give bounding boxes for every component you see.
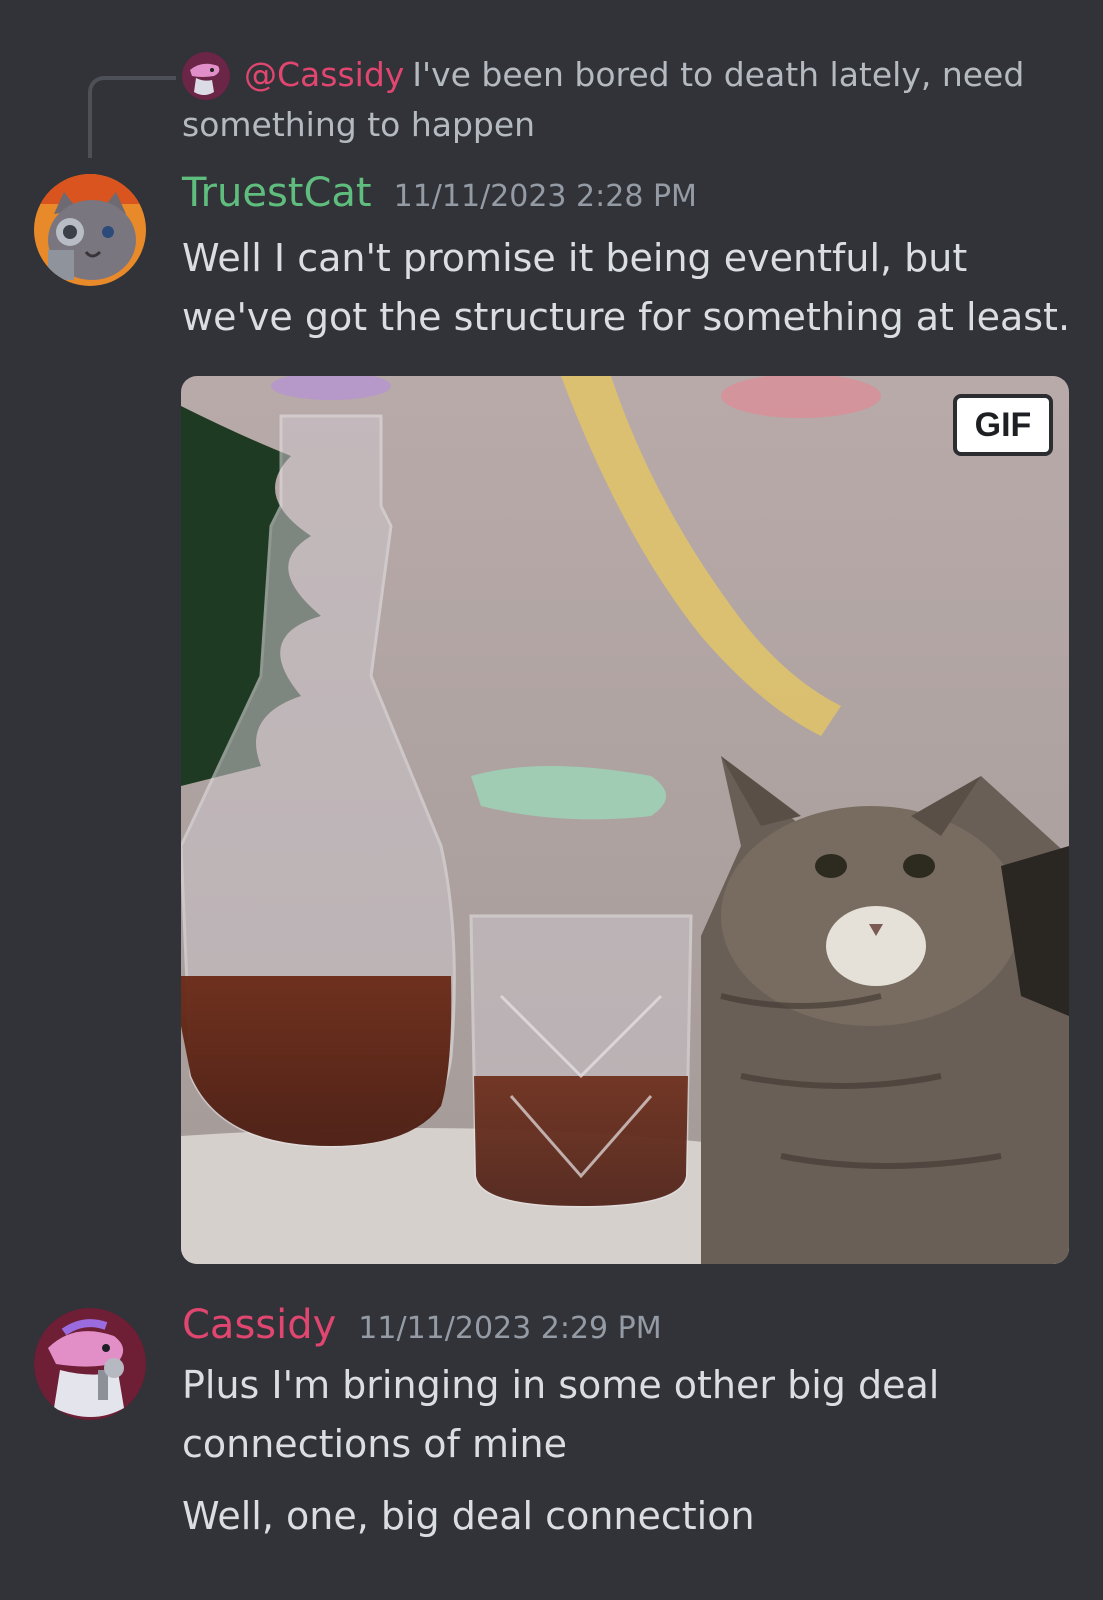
- author-name[interactable]: TruestCat: [182, 170, 372, 216]
- cassidy-avatar-icon: [34, 1308, 146, 1420]
- message-2-line-2: Well, one, big deal connection: [182, 1494, 755, 1538]
- author-name[interactable]: Cassidy: [182, 1302, 336, 1348]
- truestcat-avatar[interactable]: [34, 174, 146, 286]
- message-timestamp: 11/11/2023 2:28 PM: [393, 179, 697, 214]
- reply-preview[interactable]: @Cassidy I've been bored to death lately,…: [182, 50, 1062, 150]
- reply-author[interactable]: @Cassidy: [244, 55, 404, 94]
- message-1-text: Well I can't promise it being eventful, …: [182, 236, 1071, 339]
- cassidy-avatar[interactable]: [34, 1308, 146, 1420]
- message-2-line-1: Plus I'm bringing in some other big deal…: [182, 1363, 940, 1466]
- message-2-header: Cassidy 11/11/2023 2:29 PM: [182, 1302, 662, 1348]
- truestcat-avatar-icon: [34, 174, 146, 286]
- reply-connector: [88, 76, 176, 158]
- message-timestamp: 11/11/2023 2:29 PM: [358, 1311, 662, 1346]
- gif-badge: GIF: [953, 394, 1053, 456]
- cat-decanter-gif-image: [181, 376, 1069, 1264]
- gif-attachment[interactable]: GIF: [181, 376, 1069, 1264]
- message-1-header: TruestCat 11/11/2023 2:28 PM: [182, 170, 697, 216]
